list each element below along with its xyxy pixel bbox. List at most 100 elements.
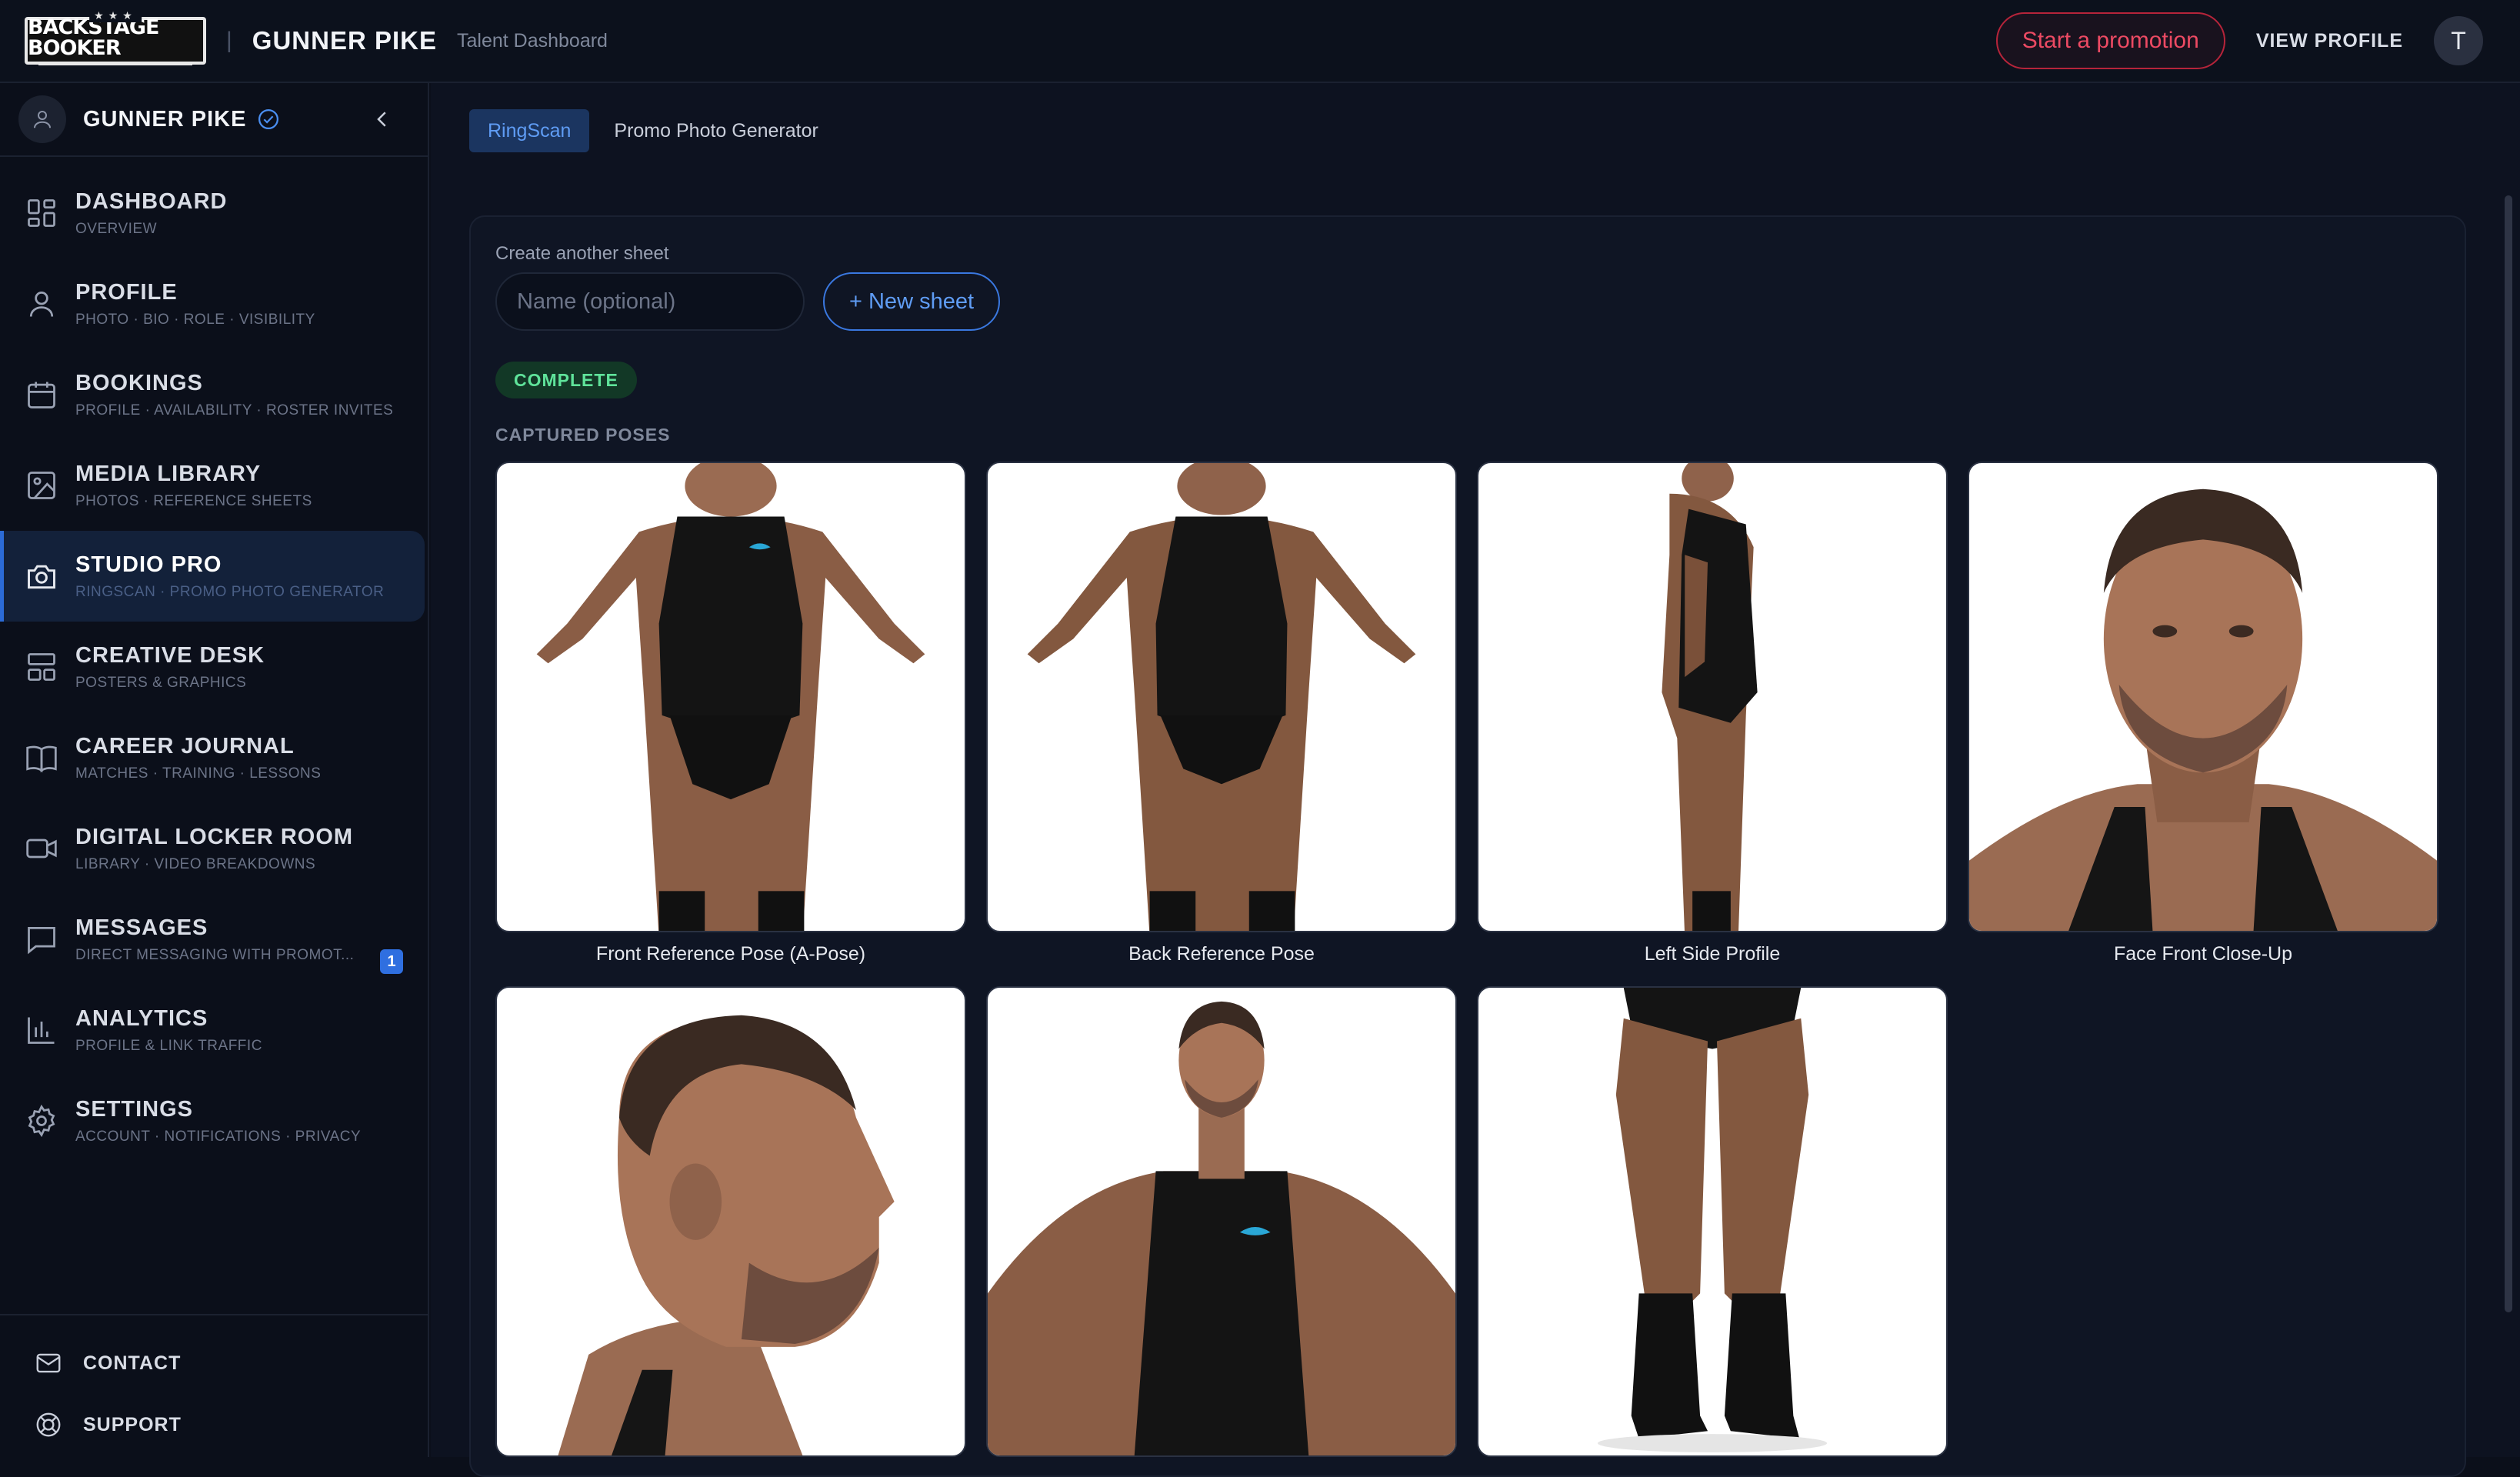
sidebar-item-profile[interactable]: PROFILE PHOTO · BIO · ROLE · VISIBILITY xyxy=(0,258,428,349)
nav-text: ANALYTICS PROFILE & LINK TRAFFIC xyxy=(75,1006,262,1055)
page-subtitle: Talent Dashboard xyxy=(457,29,608,52)
pose-caption: Face Front Close-Up xyxy=(2113,943,2293,965)
view-profile-link[interactable]: VIEW PROFILE xyxy=(2256,30,2403,52)
tab-ringscan[interactable]: RingScan xyxy=(469,109,590,152)
sidebar-item-settings[interactable]: SETTINGS ACCOUNT · NOTIFICATIONS · PRIVA… xyxy=(0,1075,428,1166)
pose-card-face-front[interactable]: Face Front Close-Up xyxy=(1968,462,2438,965)
chart-icon xyxy=(28,1017,55,1044)
lifebuoy-icon xyxy=(36,1412,61,1437)
calendar-icon xyxy=(28,382,55,408)
sheet-name-input[interactable] xyxy=(495,272,805,331)
wrestler-legs-figure xyxy=(1597,988,1828,1453)
wrestler-front-figure xyxy=(536,463,925,931)
nav-subtitle: PHOTOS · REFERENCE SHEETS xyxy=(75,492,312,509)
pose-card-front[interactable]: Front Reference Pose (A-Pose) xyxy=(495,462,966,965)
new-sheet-button[interactable]: + New sheet xyxy=(823,272,1001,331)
user-avatar[interactable] xyxy=(18,95,66,143)
mail-icon xyxy=(36,1353,61,1373)
wrestler-side-figure xyxy=(1662,463,1758,931)
sidebar-item-dashboard[interactable]: DASHBOARD OVERVIEW xyxy=(0,168,428,258)
nav-title: STUDIO PRO xyxy=(75,552,222,577)
top-bar: ★★★ BACKSTAGE BOOKER | GUNNER PIKE Talen… xyxy=(0,0,2520,83)
nav-title: MEDIA LIBRARY xyxy=(75,461,262,486)
ringscan-card: Create another sheet + New sheet COMPLET… xyxy=(469,215,2466,1477)
nav-title: PROFILE xyxy=(75,279,178,305)
wrestler-back-figure xyxy=(1027,463,1416,931)
pose-image-upper-body xyxy=(986,986,1457,1457)
gear-icon xyxy=(28,1104,55,1138)
nav-text: CREATIVE DESK POSTERS & GRAPHICS xyxy=(75,643,265,692)
dashboard-icon xyxy=(28,199,55,227)
nav-text: BOOKINGS PROFILE · AVAILABILITY · ROSTER… xyxy=(75,371,393,419)
unread-badge: 1 xyxy=(380,949,403,974)
collapse-sidebar-icon[interactable] xyxy=(371,108,394,131)
page-scrollbar[interactable] xyxy=(2505,195,2512,1312)
sidebar-item-messages[interactable]: MESSAGES DIRECT MESSAGING WITH PROMOT...… xyxy=(0,894,428,985)
start-promotion-button[interactable]: Start a promotion xyxy=(1995,12,2225,69)
user-icon xyxy=(34,111,51,128)
nav-subtitle: MATCHES · TRAINING · LESSONS xyxy=(75,765,322,782)
nav-subtitle: ACCOUNT · NOTIFICATIONS · PRIVACY xyxy=(75,1128,362,1145)
nav-title: DIGITAL LOCKER ROOM xyxy=(75,824,354,849)
captured-poses-heading: CAPTURED POSES xyxy=(495,425,671,445)
sidebar-item-contact[interactable]: CONTACT xyxy=(0,1332,428,1394)
nav-title: CAREER JOURNAL xyxy=(75,733,295,759)
sidebar: GUNNER PIKE DASHBOARD OVERVIEW PROFILE P… xyxy=(0,83,429,1457)
nav-text: CAREER JOURNAL MATCHES · TRAINING · LESS… xyxy=(75,734,321,782)
user-icon xyxy=(29,291,54,317)
wrestler-upper-body xyxy=(988,1001,1455,1455)
pose-card-upper-body[interactable] xyxy=(986,986,1457,1468)
nav-title: ANALYTICS xyxy=(75,1005,208,1031)
sidebar-item-media-library[interactable]: MEDIA LIBRARY PHOTOS · REFERENCE SHEETS xyxy=(0,440,428,531)
backstage-booker-logo[interactable]: ★★★ BACKSTAGE BOOKER xyxy=(25,9,206,65)
wrestler-face-front xyxy=(1969,488,2437,931)
pose-image-face-profile xyxy=(495,986,966,1457)
nav-subtitle: PROFILE & LINK TRAFFIC xyxy=(75,1037,262,1054)
status-badge: COMPLETE xyxy=(495,362,637,398)
nav-title: BOOKINGS xyxy=(75,370,203,395)
pose-card-side[interactable]: Left Side Profile xyxy=(1477,462,1948,965)
topbar-actions: Start a promotion VIEW PROFILE T xyxy=(1995,12,2483,69)
pose-card-legs[interactable] xyxy=(1477,986,1948,1468)
sidebar-item-digital-locker-room[interactable]: DIGITAL LOCKER ROOM LIBRARY · VIDEO BREA… xyxy=(0,803,428,894)
sidebar-user: GUNNER PIKE xyxy=(0,83,428,157)
pose-image-face-front xyxy=(1968,462,2438,932)
nav-subtitle: PROFILE · AVAILABILITY · ROSTER INVITES xyxy=(75,402,394,418)
message-icon xyxy=(28,926,55,955)
nav-subtitle: OVERVIEW xyxy=(75,220,158,237)
nav-text: PROFILE PHOTO · BIO · ROLE · VISIBILITY xyxy=(75,280,315,328)
book-icon xyxy=(26,745,57,773)
account-avatar[interactable]: T xyxy=(2434,16,2483,65)
image-icon xyxy=(28,472,55,499)
logo-stars: ★★★ xyxy=(89,9,142,22)
sidebar-item-analytics[interactable]: ANALYTICS PROFILE & LINK TRAFFIC xyxy=(0,985,428,1075)
nav-title: SETTINGS xyxy=(75,1096,194,1122)
sidebar-item-creative-desk[interactable]: CREATIVE DESK POSTERS & GRAPHICS xyxy=(0,622,428,712)
sidebar-footer: CONTACT SUPPORT xyxy=(0,1314,428,1457)
logo-text: BACKSTAGE BOOKER xyxy=(28,15,159,60)
support-label: SUPPORT xyxy=(83,1413,182,1435)
studio-tabs: RingScan Promo Photo Generator xyxy=(469,109,837,152)
tab-promo-photo-generator[interactable]: Promo Photo Generator xyxy=(595,109,836,152)
nav-subtitle: POSTERS & GRAPHICS xyxy=(75,674,247,691)
nav-title: MESSAGES xyxy=(75,915,208,940)
nav-title: CREATIVE DESK xyxy=(75,642,265,668)
pose-card-back[interactable]: Back Reference Pose xyxy=(986,462,1457,965)
layout-icon xyxy=(28,653,55,681)
camera-icon xyxy=(28,565,55,589)
pose-caption: Front Reference Pose (A-Pose) xyxy=(595,943,866,965)
logo-rule xyxy=(38,62,192,65)
sidebar-item-bookings[interactable]: BOOKINGS PROFILE · AVAILABILITY · ROSTER… xyxy=(0,349,428,440)
pose-caption: Back Reference Pose xyxy=(1128,943,1315,965)
sidebar-nav: DASHBOARD OVERVIEW PROFILE PHOTO · BIO ·… xyxy=(0,168,428,1166)
nav-text: MEDIA LIBRARY PHOTOS · REFERENCE SHEETS xyxy=(75,462,312,510)
nav-subtitle: DIRECT MESSAGING WITH PROMOT... xyxy=(75,946,355,963)
nav-title: DASHBOARD xyxy=(75,188,228,214)
nav-subtitle: LIBRARY · VIDEO BREAKDOWNS xyxy=(75,855,316,872)
sidebar-item-studio-pro[interactable]: STUDIO PRO RINGSCAN · PROMO PHOTO GENERA… xyxy=(0,531,425,622)
sidebar-item-support[interactable]: SUPPORT xyxy=(0,1394,428,1455)
verified-icon xyxy=(258,109,279,129)
sidebar-item-career-journal[interactable]: CAREER JOURNAL MATCHES · TRAINING · LESS… xyxy=(0,712,428,803)
nav-text: STUDIO PRO RINGSCAN · PROMO PHOTO GENERA… xyxy=(75,552,384,601)
pose-card-face-profile[interactable] xyxy=(495,986,966,1468)
